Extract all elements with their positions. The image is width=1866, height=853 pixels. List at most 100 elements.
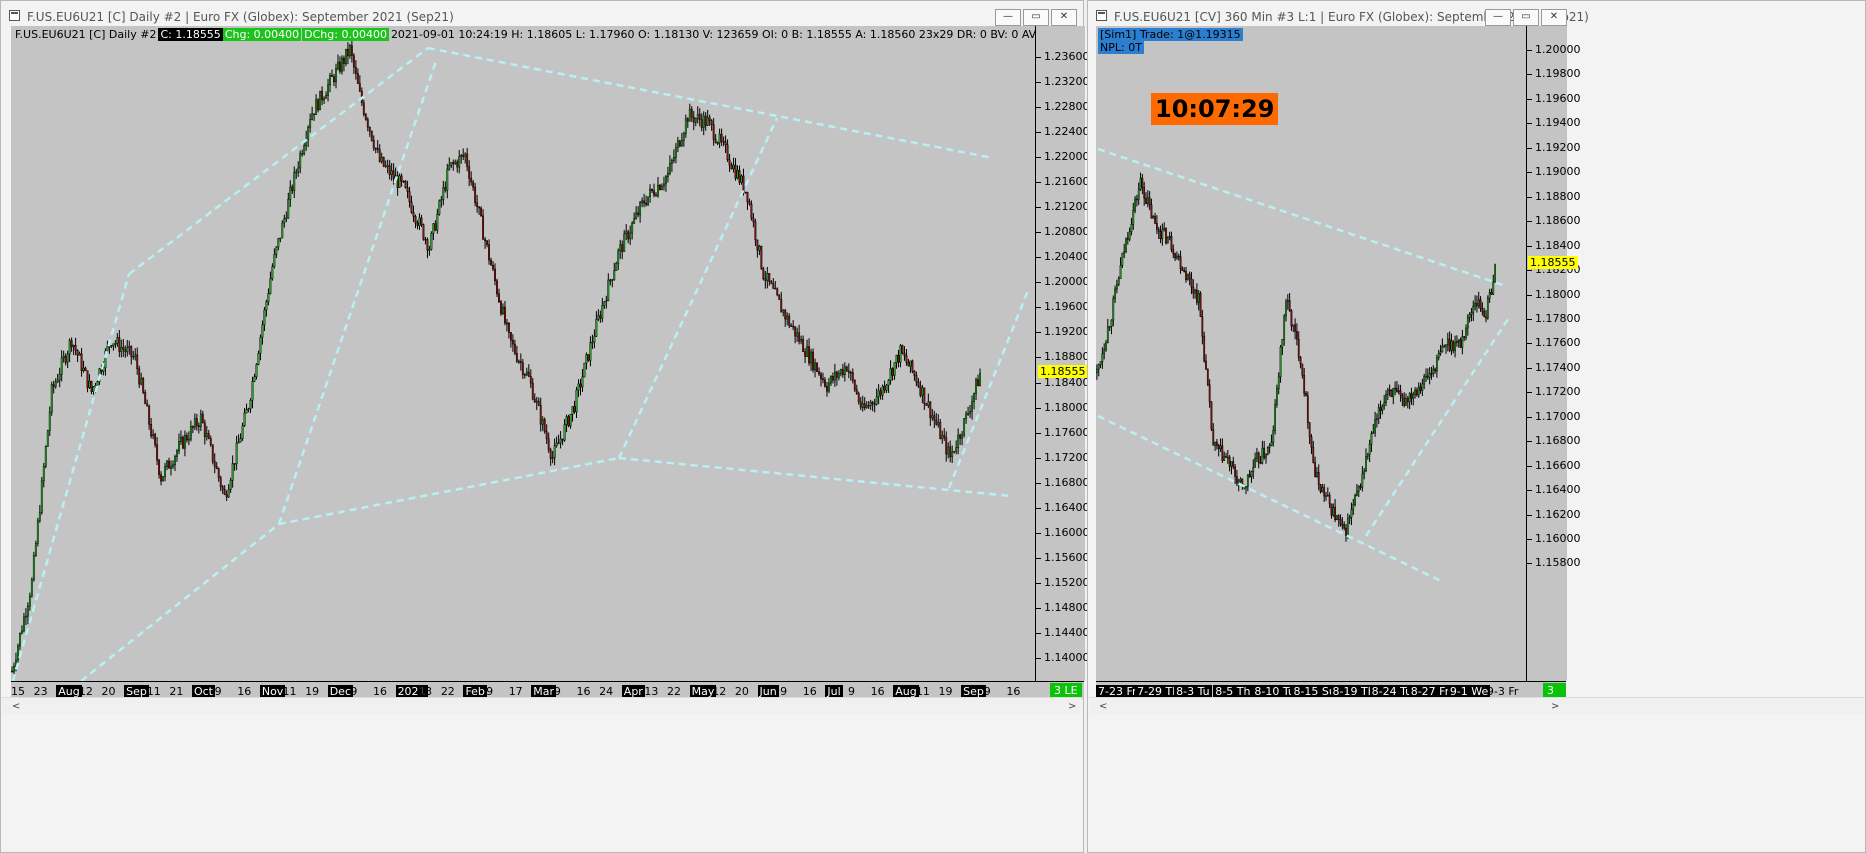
candle-body: [1476, 303, 1478, 307]
candle-body: [732, 164, 735, 170]
price-tick-label: 1.20800: [1036, 225, 1090, 239]
maximize-button[interactable]: ▭: [1023, 9, 1049, 26]
candle-body: [352, 55, 355, 68]
right-horizontal-scrollbar[interactable]: < >: [1089, 697, 1864, 714]
candle-body: [466, 153, 469, 167]
candle-body: [1419, 386, 1422, 391]
candle-body: [843, 366, 846, 376]
price-tick-label: 1.16400: [1527, 483, 1581, 497]
candle-body: [374, 147, 377, 150]
candle-body: [160, 474, 163, 482]
candle-body: [670, 160, 673, 164]
candle-body: [847, 370, 850, 373]
candle-body: [1188, 273, 1191, 279]
candle-body: [619, 244, 622, 251]
candle-body: [623, 233, 626, 252]
candle-body: [333, 76, 335, 83]
candle-body: [482, 215, 485, 240]
candle-body: [183, 435, 186, 449]
candle-body: [1432, 368, 1435, 374]
candle-body: [1381, 405, 1384, 411]
candle-body: [203, 422, 206, 438]
candle-body: [502, 306, 504, 314]
left-horizontal-scrollbar[interactable]: < >: [2, 697, 1082, 714]
candle-body: [973, 393, 975, 402]
candle-body: [1266, 447, 1269, 455]
close-button[interactable]: ✕: [1541, 9, 1567, 26]
candle-body: [583, 362, 586, 378]
candle-body: [631, 222, 634, 234]
candle-body: [768, 272, 771, 282]
candle-body: [696, 114, 699, 119]
candle-body: [1330, 503, 1333, 516]
candle-body: [577, 383, 580, 391]
candle-body: [78, 353, 81, 356]
candle-body: [945, 437, 948, 455]
candle-body: [414, 216, 417, 224]
candle-body: [436, 213, 439, 231]
candle-body: [1483, 311, 1486, 317]
candle-body: [820, 373, 822, 380]
left-price-plot[interactable]: F.US.EU6U21 [C] Daily #2 C: 1.18555 Chg: 0…: [11, 26, 1035, 681]
price-tick-label: 1.16400: [1036, 500, 1090, 514]
candle-body: [199, 413, 202, 427]
candle-body: [313, 113, 316, 116]
candle-body: [1150, 204, 1153, 219]
candle-body: [1401, 394, 1404, 399]
candle-body: [1481, 308, 1484, 312]
candle-body: [1219, 445, 1222, 450]
candle-body: [748, 201, 751, 205]
right-price-axis[interactable]: 1.20000 1.19800 1.19600 1.19400 1.19200 1.190…: [1526, 26, 1581, 681]
candle-body: [1468, 314, 1471, 318]
candle-body: [112, 343, 115, 346]
minimize-button[interactable]: —: [995, 9, 1021, 26]
window-icon: [9, 10, 20, 21]
candle-body: [601, 305, 604, 319]
candle-body: [1337, 515, 1340, 520]
candle-body: [418, 217, 421, 226]
right-price-plot[interactable]: [Sim1] Trade: 1@1.19315 NPL: 0T 10:07:29: [1096, 26, 1526, 681]
scroll-right-arrow[interactable]: >: [1068, 701, 1076, 712]
candle-body: [277, 238, 280, 248]
candle-body: [380, 156, 383, 162]
candle-body: [1236, 476, 1238, 484]
candle-body: [1339, 519, 1342, 525]
candle-body: [955, 447, 958, 452]
candle-body: [1306, 395, 1309, 423]
left-price-axis[interactable]: 1.23600 1.23200 1.22800 1.22400 1.22000 1.216…: [1035, 26, 1090, 681]
minimize-button[interactable]: —: [1485, 9, 1511, 26]
candle-body: [74, 344, 77, 351]
candle-body: [370, 130, 373, 141]
close-button[interactable]: ✕: [1051, 9, 1077, 26]
candle-body: [211, 444, 214, 462]
candle-body: [1326, 495, 1329, 497]
candle-body: [1366, 454, 1369, 457]
candle-body: [382, 156, 385, 167]
price-tick-label: 1.17200: [1036, 450, 1090, 464]
candle-body: [1239, 478, 1242, 482]
candle-body: [1208, 384, 1211, 403]
candle-body: [1454, 342, 1456, 352]
scroll-left-arrow[interactable]: <: [12, 701, 20, 712]
candle-body: [458, 156, 461, 168]
candle-body: [1405, 398, 1407, 406]
candle-body: [591, 341, 594, 344]
scroll-left-arrow[interactable]: <: [1099, 701, 1107, 712]
trend-line: [80, 523, 280, 681]
candle-body: [814, 362, 816, 371]
candle-body: [816, 362, 818, 372]
candle-body: [1196, 289, 1198, 303]
candle-body: [253, 376, 256, 382]
maximize-button[interactable]: ▭: [1513, 9, 1539, 26]
candle-body: [494, 268, 496, 282]
candle-body: [32, 555, 35, 580]
candle-body: [593, 335, 596, 343]
candle-body: [822, 378, 824, 381]
scroll-right-arrow[interactable]: >: [1551, 701, 1559, 712]
candle-body: [1257, 452, 1260, 463]
candle-body: [694, 118, 697, 123]
candle-body: [1490, 292, 1493, 295]
candle-body: [603, 301, 606, 306]
left-info-bar: F.US.EU6U21 [C] Daily #2 C: 1.18555 Chg: 0…: [13, 28, 1035, 41]
candle-body: [1345, 527, 1347, 536]
